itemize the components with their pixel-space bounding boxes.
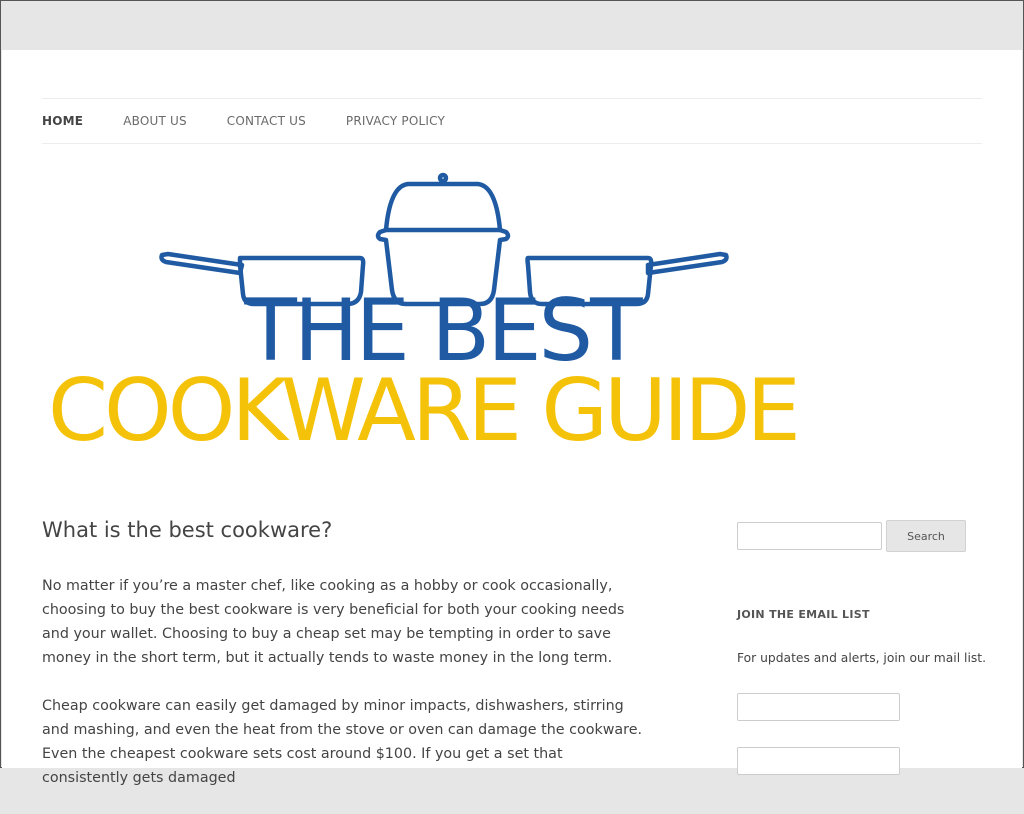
nav-item-about-us[interactable]: ABOUT US <box>123 114 187 128</box>
window-top-bar <box>1 1 1023 49</box>
nav-item-home[interactable]: HOME <box>42 114 83 128</box>
email-name-field[interactable] <box>737 693 900 721</box>
web-page: HOME ABOUT US CONTACT US PRIVACY POLICY <box>2 50 1022 786</box>
nav-item-contact-us[interactable]: CONTACT US <box>227 114 306 128</box>
article-paragraph-1: No matter if you’re a master chef, like … <box>42 578 625 666</box>
logo-line-2: COOKWARE GUIDE <box>48 361 801 461</box>
main-navigation: HOME ABOUT US CONTACT US PRIVACY POLICY <box>42 98 982 144</box>
article-paragraph-2: Cheap cookware can easily get damaged by… <box>42 698 643 786</box>
article-content: What is the best cookware? No matter if … <box>42 518 652 814</box>
search-button[interactable]: Search <box>886 520 966 552</box>
sidebar: Search JOIN THE EMAIL LIST For updates a… <box>737 520 987 775</box>
nav-item-privacy-policy[interactable]: PRIVACY POLICY <box>346 114 445 128</box>
search-form: Search <box>737 520 987 552</box>
email-widget-text: For updates and alerts, join our mail li… <box>737 651 986 665</box>
search-input[interactable] <box>737 522 882 550</box>
article-title: What is the best cookware? <box>42 518 333 542</box>
email-address-field[interactable] <box>737 747 900 775</box>
site-logo[interactable]: THE BEST COOKWARE GUIDE <box>42 170 842 470</box>
email-widget-title: JOIN THE EMAIL LIST <box>737 608 870 621</box>
